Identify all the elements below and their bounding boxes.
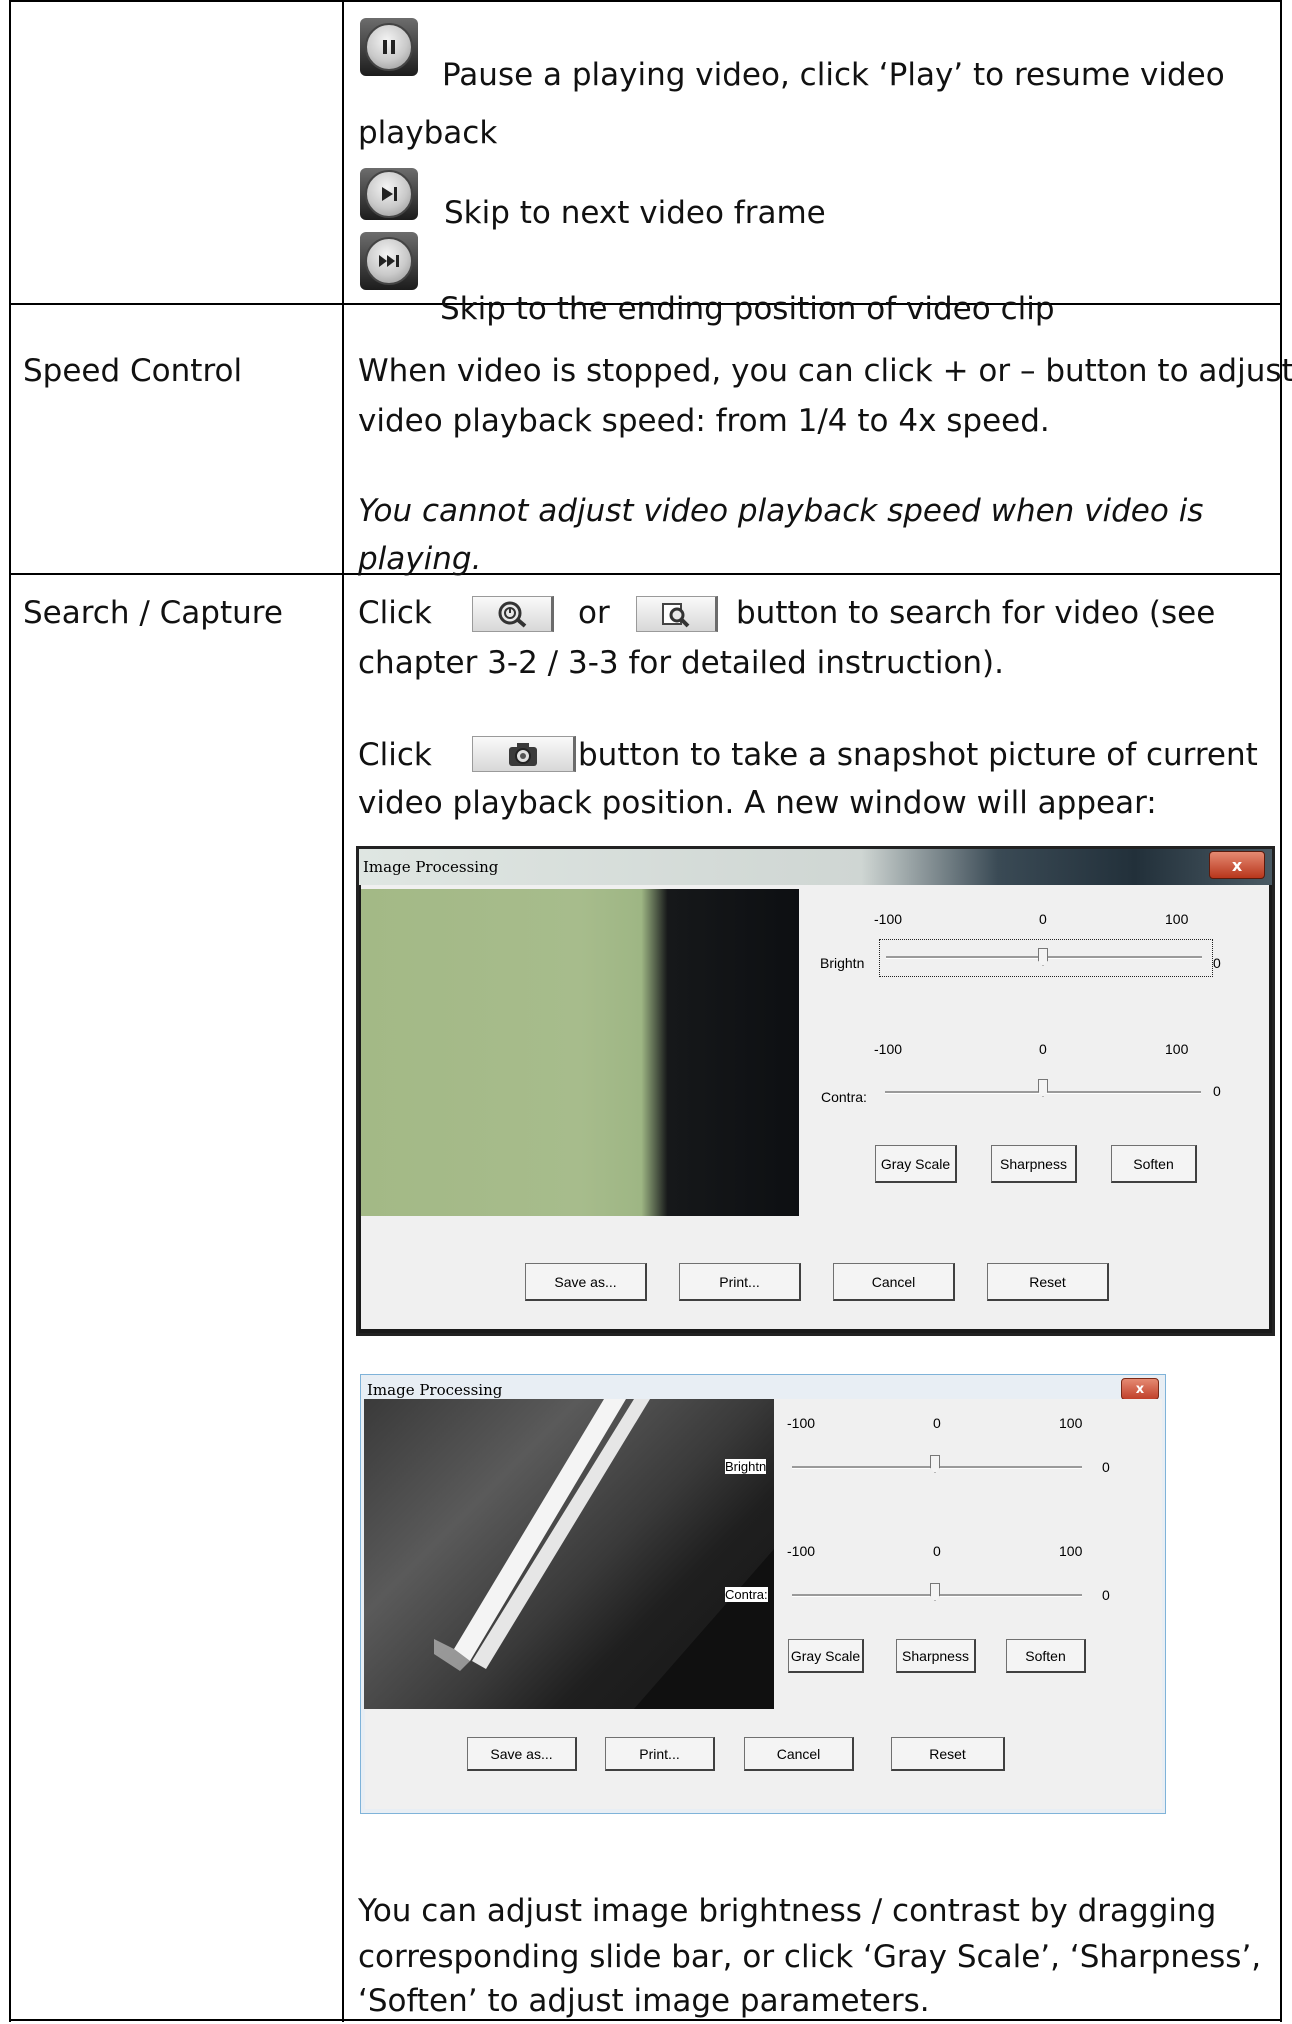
contrast-max-label: 100	[1059, 1543, 1083, 1559]
adjust-instructions-line2: corresponding slide bar, or click ‘Gray …	[358, 1939, 1262, 1975]
image-processing-dialog: Image Processing x -100 0 100 Brightn 0 …	[360, 1374, 1166, 1814]
brightness-max-label: 100	[1059, 1415, 1083, 1431]
skip-to-end-icon	[360, 232, 418, 290]
cancel-button[interactable]: Cancel	[744, 1737, 854, 1771]
gray-scale-button[interactable]: Gray Scale	[875, 1145, 957, 1183]
table-left-border	[9, 0, 11, 2022]
brightness-max-label: 100	[1165, 911, 1189, 927]
next-frame-icon	[360, 168, 418, 220]
contrast-mid-label: 0	[933, 1543, 941, 1559]
capture-click-word: Click	[358, 737, 432, 773]
speed-note-line2: playing.	[358, 541, 482, 577]
image-processing-dialog: Image Processing x -100 0 100 Brightn 0 …	[356, 846, 1275, 1336]
print-button[interactable]: Print...	[679, 1263, 801, 1301]
table-right-border	[1280, 0, 1282, 2022]
brightness-mid-label: 0	[933, 1415, 941, 1431]
brightness-value: 0	[1213, 955, 1221, 971]
row-divider	[9, 573, 1282, 575]
reset-button[interactable]: Reset	[987, 1263, 1109, 1301]
speed-control-line1: When video is stopped, you can click + o…	[358, 353, 1292, 389]
cancel-button[interactable]: Cancel	[833, 1263, 955, 1301]
column-divider	[342, 0, 344, 2022]
adjust-instructions-line3: ‘Soften’ to adjust image parameters.	[358, 1983, 930, 2019]
next-frame-description: Skip to next video frame	[444, 195, 826, 231]
sharpness-button[interactable]: Sharpness	[991, 1145, 1077, 1183]
close-icon[interactable]: x	[1121, 1378, 1159, 1400]
speed-control-line2: video playback speed: from 1/4 to 4x spe…	[358, 403, 1050, 439]
brightness-value: 0	[1102, 1459, 1110, 1475]
gray-scale-button[interactable]: Gray Scale	[788, 1639, 864, 1673]
contrast-label: Contra:	[725, 1587, 768, 1602]
skip-to-end-description: Skip to the ending position of video cli…	[440, 291, 1055, 327]
brightness-min-label: -100	[874, 911, 903, 927]
reset-button[interactable]: Reset	[891, 1737, 1005, 1771]
camera-icon	[472, 736, 576, 772]
print-button[interactable]: Print...	[605, 1737, 715, 1771]
dialog-title: Image Processing	[367, 1381, 503, 1399]
search-description: button to search for video (see	[736, 595, 1216, 631]
brightness-label: Brightn	[820, 955, 865, 971]
contrast-min-label: -100	[874, 1041, 903, 1057]
contrast-max-label: 100	[1165, 1041, 1189, 1057]
clock-search-icon	[472, 596, 554, 632]
sharpness-button[interactable]: Sharpness	[896, 1639, 976, 1673]
pause-description: Pause a playing video, click ‘Play’ to r…	[442, 57, 1225, 93]
brightness-label: Brightn	[725, 1459, 767, 1474]
save-as-button[interactable]: Save as...	[525, 1263, 647, 1301]
soften-button[interactable]: Soften	[1006, 1639, 1086, 1673]
speed-note-line1: You cannot adjust video playback speed w…	[358, 493, 1204, 529]
snapshot-preview	[364, 1399, 774, 1709]
search-or-word: or	[578, 595, 610, 631]
soften-button[interactable]: Soften	[1111, 1145, 1197, 1183]
capture-description-cont: video playback position. A new window wi…	[358, 785, 1157, 821]
snapshot-preview	[361, 889, 799, 1216]
contrast-min-label: -100	[787, 1543, 816, 1559]
save-as-button[interactable]: Save as...	[467, 1737, 577, 1771]
adjust-instructions-line1: You can adjust image brightness / contra…	[358, 1893, 1217, 1929]
table-top-border	[9, 0, 1282, 2]
contrast-value: 0	[1102, 1587, 1110, 1603]
brightness-slider[interactable]	[879, 939, 1213, 977]
speed-control-label: Speed Control	[23, 353, 243, 389]
search-description-cont: chapter 3-2 / 3-3 for detailed instructi…	[358, 645, 1005, 681]
pause-description-cont: playback	[358, 115, 498, 151]
brightness-min-label: -100	[787, 1415, 816, 1431]
brightness-mid-label: 0	[1039, 911, 1047, 927]
contrast-value: 0	[1213, 1083, 1221, 1099]
contrast-mid-label: 0	[1039, 1041, 1047, 1057]
magnifier-search-icon	[636, 596, 718, 632]
pause-icon	[360, 18, 418, 76]
capture-description: button to take a snapshot picture of cur…	[578, 737, 1258, 773]
brightness-thumb[interactable]	[1038, 948, 1048, 966]
contrast-label: Contra:	[821, 1089, 867, 1105]
dialog-title: Image Processing	[363, 858, 499, 876]
search-click-word: Click	[358, 595, 432, 631]
close-icon[interactable]: x	[1209, 851, 1265, 879]
search-capture-label: Search / Capture	[23, 595, 283, 631]
